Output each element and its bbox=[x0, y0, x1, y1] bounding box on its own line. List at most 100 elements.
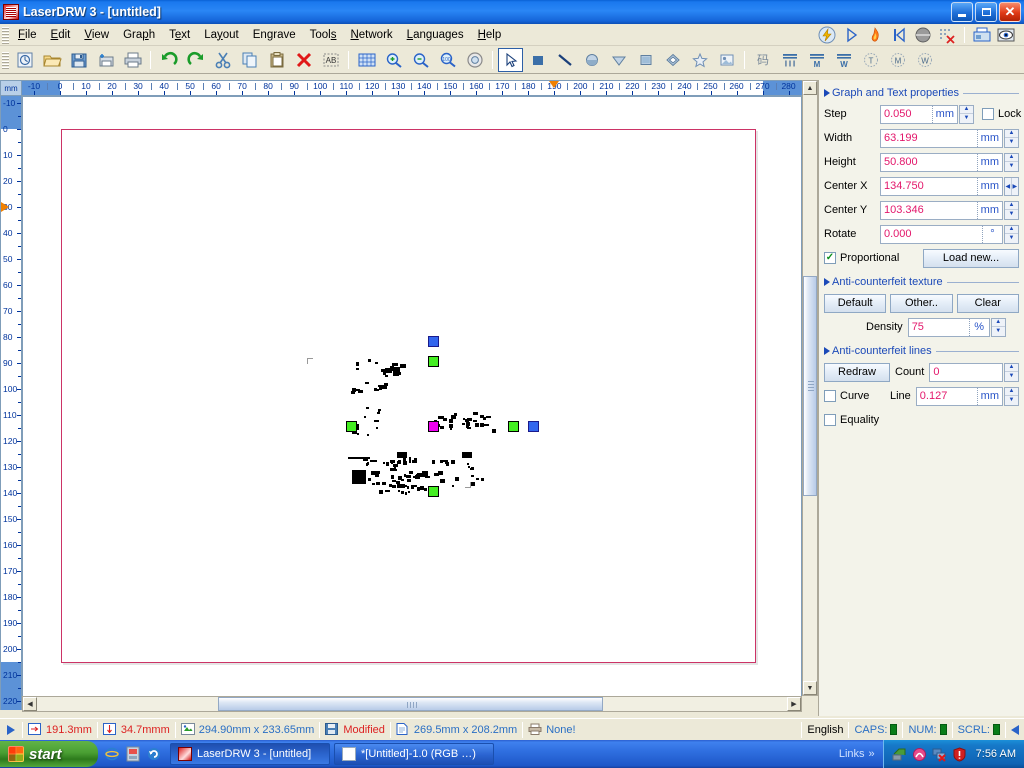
delete-icon[interactable] bbox=[291, 48, 316, 72]
center-y-spinner[interactable]: ▲ ▼ bbox=[1004, 200, 1019, 220]
redo-icon[interactable] bbox=[183, 48, 208, 72]
square-tool-icon[interactable] bbox=[633, 48, 658, 72]
security-alert-tray-icon[interactable] bbox=[952, 746, 967, 762]
density-field[interactable]: % bbox=[907, 317, 990, 337]
zoom-fit-icon[interactable] bbox=[462, 48, 487, 72]
network-disconnected-tray-icon[interactable] bbox=[932, 747, 947, 762]
select-all-icon[interactable]: AB bbox=[318, 48, 343, 72]
menu-item-text[interactable]: Text bbox=[162, 26, 197, 44]
save-icon[interactable] bbox=[66, 48, 91, 72]
page-area[interactable] bbox=[61, 129, 756, 663]
align-bottom-icon[interactable]: W bbox=[831, 48, 856, 72]
horizontal-scroll-thumb[interactable] bbox=[218, 697, 603, 711]
width-spinner[interactable]: ▲ ▼ bbox=[1004, 128, 1019, 148]
barcode-tool-icon[interactable]: 码 bbox=[750, 48, 775, 72]
selection-handle-top[interactable] bbox=[428, 336, 439, 347]
lock-checkbox-box[interactable] bbox=[982, 108, 994, 120]
resize-grip[interactable] bbox=[1006, 721, 1024, 739]
menu-item-file[interactable]: File bbox=[11, 26, 44, 44]
start-button[interactable]: start bbox=[0, 741, 98, 767]
preview-eye-icon[interactable] bbox=[995, 25, 1017, 45]
scroll-right-button[interactable]: ▶ bbox=[787, 697, 801, 711]
horizontal-ruler[interactable]: -10 0 10 20 30 40 50 60 70 80 90 100 110 120 130 140 150… bbox=[22, 80, 802, 96]
proportional-checkbox-box[interactable]: ✓ bbox=[824, 252, 836, 264]
graph-text-properties-header[interactable]: Graph and Text properties bbox=[824, 87, 1019, 99]
step-input[interactable] bbox=[881, 105, 932, 123]
open-folder-icon[interactable] bbox=[39, 48, 64, 72]
engrave-power-icon[interactable] bbox=[816, 25, 838, 45]
step-spinner[interactable]: ▲ ▼ bbox=[959, 104, 974, 124]
align-middle-icon[interactable]: M bbox=[804, 48, 829, 72]
close-button[interactable]: ✕ bbox=[999, 2, 1021, 22]
taskbar-item-laserdrw[interactable]: LaserDRW 3 - [untitled] bbox=[170, 743, 330, 765]
ellipse-tool-icon[interactable] bbox=[579, 48, 604, 72]
menu-item-graph[interactable]: Graph bbox=[116, 26, 162, 44]
texture-clear-button[interactable]: Clear bbox=[956, 293, 1019, 313]
texture-default-button[interactable]: Default bbox=[824, 293, 887, 313]
density-input[interactable] bbox=[908, 318, 969, 336]
curve-checkbox[interactable]: Curve bbox=[824, 390, 890, 402]
selection-handle-upper[interactable] bbox=[428, 356, 439, 367]
vertical-scroll-thumb[interactable] bbox=[803, 276, 817, 496]
taskbar-clock[interactable]: 7:56 AM bbox=[976, 748, 1016, 760]
center-x-field[interactable]: mm bbox=[880, 176, 1003, 196]
center-y-field[interactable]: mm bbox=[880, 200, 1003, 220]
align-top-icon[interactable] bbox=[777, 48, 802, 72]
line-spinner[interactable]: ▲ ▼ bbox=[1004, 386, 1019, 406]
center-y-input[interactable] bbox=[881, 201, 977, 219]
scroll-left-button[interactable]: ◀ bbox=[23, 697, 37, 711]
height-field[interactable]: mm bbox=[880, 152, 1003, 172]
center-x-input[interactable] bbox=[881, 177, 977, 195]
links-bar[interactable]: Links » bbox=[831, 748, 883, 760]
zoom-out-icon[interactable] bbox=[408, 48, 433, 72]
minimize-button[interactable] bbox=[951, 2, 973, 22]
vertical-ruler[interactable]: -10 0 10 20 30 40 50 60 70 80 90 100 110 120 130 140 150… bbox=[0, 96, 22, 710]
star-tool-icon[interactable] bbox=[687, 48, 712, 72]
group-t-icon[interactable]: T bbox=[858, 48, 883, 72]
menu-item-help[interactable]: Help bbox=[471, 26, 509, 44]
horizontal-scrollbar[interactable]: ◀ ▶ bbox=[22, 696, 802, 712]
group-w-icon[interactable]: W bbox=[912, 48, 937, 72]
density-spinner[interactable]: ▲ ▼ bbox=[990, 317, 1006, 337]
rectangle-fill-tool-icon[interactable] bbox=[525, 48, 550, 72]
rotate-field[interactable]: ° bbox=[880, 224, 1003, 244]
grid-icon[interactable] bbox=[354, 48, 379, 72]
menu-item-edit[interactable]: Edit bbox=[44, 26, 78, 44]
group-m-icon[interactable]: M bbox=[885, 48, 910, 72]
triangle-tool-icon[interactable] bbox=[606, 48, 631, 72]
selection-handle-right[interactable] bbox=[508, 421, 519, 432]
diamond-tool-icon[interactable] bbox=[660, 48, 685, 72]
image-tool-icon[interactable] bbox=[714, 48, 739, 72]
network-tray-icon[interactable] bbox=[892, 747, 907, 762]
zoom-in-icon[interactable] bbox=[381, 48, 406, 72]
vertical-scrollbar[interactable]: ▲ ▼ bbox=[802, 80, 818, 696]
selection-handle-far-right[interactable] bbox=[528, 421, 539, 432]
menu-item-layout[interactable]: Layout bbox=[197, 26, 246, 44]
zoom-100-icon[interactable]: 100 bbox=[435, 48, 460, 72]
fax-icon[interactable] bbox=[971, 25, 993, 45]
equality-checkbox[interactable]: Equality bbox=[824, 414, 879, 426]
new-file-icon[interactable] bbox=[12, 48, 37, 72]
lock-checkbox[interactable]: Lock bbox=[982, 108, 1021, 120]
maximize-button[interactable] bbox=[975, 2, 997, 22]
equality-checkbox-box[interactable] bbox=[824, 414, 836, 426]
proportional-checkbox[interactable]: ✓ Proportional bbox=[824, 252, 899, 264]
count-field[interactable] bbox=[929, 362, 1003, 382]
clear-dots-icon[interactable] bbox=[936, 25, 958, 45]
lines-section-header[interactable]: Anti-counterfeit lines bbox=[824, 345, 1019, 357]
step-field[interactable]: mm bbox=[880, 104, 958, 124]
print-icon[interactable] bbox=[120, 48, 145, 72]
flame-icon[interactable] bbox=[864, 25, 886, 45]
line-input[interactable] bbox=[916, 387, 977, 405]
pointer-tool-icon[interactable] bbox=[498, 47, 523, 72]
play-icon[interactable] bbox=[840, 25, 862, 45]
line-field[interactable]: mm bbox=[915, 386, 1003, 406]
height-spinner[interactable]: ▲ ▼ bbox=[1004, 152, 1019, 172]
width-field[interactable]: mm bbox=[880, 128, 1003, 148]
copy-icon[interactable] bbox=[237, 48, 262, 72]
curve-checkbox-box[interactable] bbox=[824, 390, 836, 402]
toolbar-gripper[interactable] bbox=[2, 50, 9, 69]
drawing-canvas[interactable] bbox=[22, 96, 802, 710]
scroll-up-button[interactable]: ▲ bbox=[803, 81, 817, 95]
menu-item-engrave[interactable]: Engrave bbox=[246, 26, 303, 44]
